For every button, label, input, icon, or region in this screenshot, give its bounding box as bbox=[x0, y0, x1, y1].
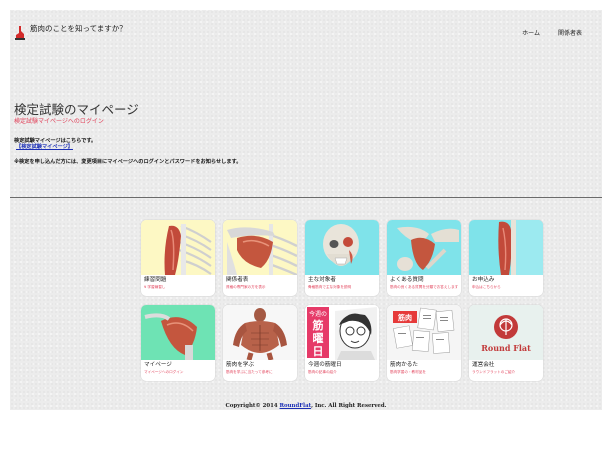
hip-muscle-icon bbox=[387, 220, 461, 275]
arm-muscle-icon bbox=[141, 220, 215, 275]
manga-text-4: 日 bbox=[313, 345, 324, 358]
tile-label: お申込み bbox=[472, 277, 495, 283]
copyright-suffix: , Inc. All Right Reserved. bbox=[311, 403, 387, 409]
manga-kinyoubi-icon: 今週の 筋 曜 日 bbox=[305, 305, 379, 360]
tile-subtext: 資格の専門家の方を表示 bbox=[226, 285, 266, 289]
page-subtitle: 検定試験マイページへのログイン bbox=[14, 118, 104, 125]
full-body-muscle-icon bbox=[223, 305, 297, 360]
tile-karuta[interactable]: 筋肉 筋肉かるた 筋肉学習の・教材品を bbox=[387, 305, 461, 381]
copyright-prefix: Copyright© 2014 bbox=[225, 403, 280, 409]
section-divider bbox=[10, 197, 602, 198]
site-title[interactable]: 筋肉のことを知ってますか？ bbox=[30, 23, 127, 34]
tile-subtext: マイページへのログイン bbox=[144, 370, 184, 374]
tile-main-targets[interactable]: 主な対象者 骨格筋肉で主な対象を説明 bbox=[305, 220, 379, 296]
tile-label: よくある質問 bbox=[390, 277, 424, 283]
tile-label: 今週の筋曜日 bbox=[308, 362, 342, 368]
tile-label: 主な対象者 bbox=[308, 277, 336, 283]
company-link[interactable]: RoundFlat bbox=[280, 403, 312, 409]
roundflat-logo-icon: Round Flat bbox=[469, 305, 543, 360]
tile-this-week[interactable]: 今週の 筋 曜 日 今週の筋曜日 筋肉の記事の紹介 bbox=[305, 305, 379, 381]
nav-item-related[interactable]: 関係者表 bbox=[558, 28, 582, 37]
tile-label: 運営会社 bbox=[472, 362, 495, 368]
tile-learn-muscles[interactable]: 筋肉を学ぶ 筋肉を学ぶに当たって参考に bbox=[223, 305, 297, 381]
karuta-title: 筋肉 bbox=[397, 313, 412, 322]
tile-subtext: 筋肉を学ぶに当たって参考に bbox=[226, 370, 273, 374]
page-background: 筋肉のことを知ってますか？ ホーム 関係者表 検定試験のマイページ 検定試験マイ… bbox=[10, 10, 602, 410]
tile-practice-questions[interactable]: 練習問題 ¥ 学習練習し bbox=[141, 220, 215, 296]
tile-label: 筋肉を学ぶ bbox=[226, 362, 254, 368]
tile-subtext: 筋肉の良くある質問を分類でお答えします bbox=[390, 285, 459, 289]
tile-label: マイページ bbox=[144, 362, 172, 368]
nav-item-home[interactable]: ホーム bbox=[522, 28, 540, 37]
tile-label: 関係者表 bbox=[226, 277, 249, 283]
tile-company[interactable]: Round Flat 運営会社 ラウンドフラットのご紹介 bbox=[469, 305, 543, 381]
tile-subtext: 筋肉学習の・教材品を bbox=[390, 370, 426, 374]
skull-face-muscle-icon bbox=[305, 220, 379, 275]
footer-copyright: Copyright© 2014 RoundFlat, Inc. All Righ… bbox=[10, 403, 602, 409]
logo-wordmark: Round Flat bbox=[481, 343, 531, 353]
tile-label: 練習問題 bbox=[144, 277, 167, 283]
karuta-cards-icon: 筋肉 bbox=[387, 305, 461, 360]
tile-related-table[interactable]: 関係者表 資格の専門家の方を表示 bbox=[223, 220, 297, 296]
menu-tile-grid: 練習問題 ¥ 学習練習し 関係者表 資格の専門家の方を表示 主な対象者 骨格筋肉… bbox=[141, 220, 543, 381]
mypage-link[interactable]: 【検定試験マイページ】 bbox=[16, 143, 73, 150]
leg-muscle-icon bbox=[469, 220, 543, 275]
manga-text-3: 曜 bbox=[313, 332, 324, 345]
tile-apply[interactable]: お申込み 申込はこちらから bbox=[469, 220, 543, 296]
shoulder-muscle-icon bbox=[223, 220, 297, 275]
tile-subtext: ラウンドフラットのご紹介 bbox=[472, 370, 516, 374]
tile-subtext: ¥ 学習練習し bbox=[144, 285, 166, 289]
tile-subtext: 申込はこちらから bbox=[472, 285, 501, 289]
tile-faq[interactable]: よくある質問 筋肉の良くある質問を分類でお答えします bbox=[387, 220, 461, 296]
tile-subtext: 骨格筋肉で主な対象を説明 bbox=[308, 285, 352, 289]
tile-mypage[interactable]: マイページ マイページへのログイン bbox=[141, 305, 215, 381]
tile-subtext: 筋肉の記事の紹介 bbox=[308, 370, 337, 374]
notice-text: ※検定を申し込んだ方には、変更項目にマイページへのログインとパスワードをお知らせ… bbox=[14, 159, 242, 165]
deltoid-muscle-icon bbox=[141, 305, 215, 360]
top-nav: ホーム 関係者表 bbox=[522, 28, 582, 37]
site-logo-icon[interactable] bbox=[14, 25, 26, 41]
manga-text-1: 今週の bbox=[309, 310, 327, 318]
tile-label: 筋肉かるた bbox=[390, 362, 418, 368]
manga-text-2: 筋 bbox=[312, 318, 324, 332]
